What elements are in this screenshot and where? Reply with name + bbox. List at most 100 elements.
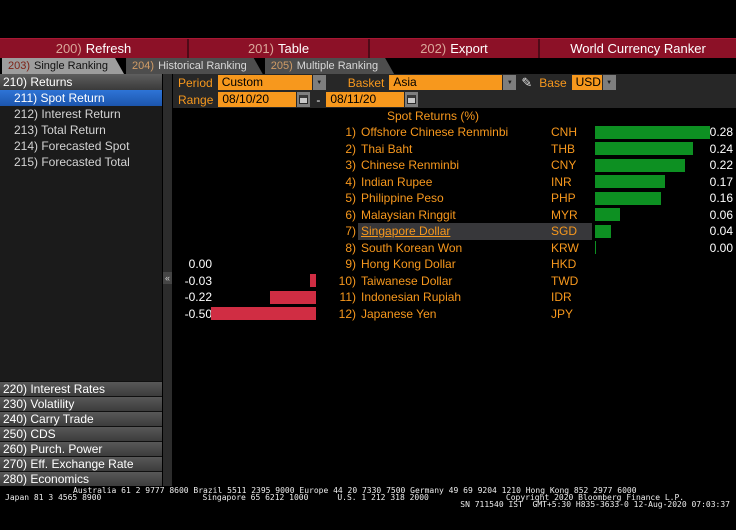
base-currency-value[interactable]: USD <box>571 75 602 90</box>
negative-bar-track <box>215 192 316 205</box>
sidebar-item-forecasted-total[interactable]: 215) Forecasted Total <box>0 154 162 170</box>
currency-code: PHP <box>551 191 576 205</box>
sidebar-item-interest-return[interactable]: 212) Interest Return <box>0 106 162 122</box>
calendar-icon[interactable] <box>405 92 419 107</box>
currency-name: Chinese Renminbi <box>361 158 460 172</box>
currency-name: Thai Baht <box>361 141 413 156</box>
currency-code: THB <box>551 141 575 156</box>
currency-code: IDR <box>551 290 572 304</box>
period-select[interactable]: Custom ▼ <box>217 75 326 90</box>
chart: 1) Offshore Chinese Renminbi CNH 0.28 2) Thai… <box>173 124 736 322</box>
positive-bar <box>595 241 596 254</box>
positive-bar <box>595 224 611 238</box>
bar-value-negative: 0.00 <box>188 257 212 272</box>
toolbar-button-table[interactable]: 201) Table <box>189 39 370 58</box>
range-separator: - <box>316 92 321 107</box>
sidebar-item-cds[interactable]: 250) CDS <box>0 426 162 441</box>
currency-name: Japanese Yen <box>361 306 437 321</box>
negative-bar-track <box>215 142 316 155</box>
row-rank: 8) <box>345 240 356 255</box>
negative-bar-track <box>215 159 316 172</box>
chart-row-HKD[interactable]: 0.00 9) Hong Kong Dollar HKD <box>173 256 736 273</box>
base-currency-select[interactable]: USD ▼ <box>571 75 616 90</box>
button-number: 201) <box>247 41 274 56</box>
chart-row-INR[interactable]: 4) Indian Rupee INR 0.17 <box>173 174 736 191</box>
tab-number: 204) <box>132 60 155 72</box>
negative-bar-track <box>215 175 316 188</box>
chart-row-IDR[interactable]: -0.22 11) Indonesian Rupiah IDR <box>173 289 736 306</box>
sidebar-item-forecasted-spot[interactable]: 214) Forecasted Spot <box>0 138 162 154</box>
chevron-down-icon[interactable]: ▼ <box>503 75 517 90</box>
tab-number: 205) <box>270 60 293 72</box>
chart-row-PHP[interactable]: 5) Philippine Peso PHP 0.16 <box>173 190 736 207</box>
control-row-range: Range 08/10/20 - 08/11/20 <box>173 91 736 108</box>
chart-row-JPY[interactable]: -0.50 12) Japanese Yen JPY <box>173 306 736 323</box>
control-row-period: Period Custom ▼ Basket Asia ▼ ✎ Base USD… <box>173 74 736 91</box>
positive-bar-track: 0.06 <box>592 207 736 224</box>
edit-basket-icon[interactable]: ✎ <box>521 75 532 91</box>
tab-single-ranking[interactable]: 203) Single Ranking <box>2 58 124 74</box>
page-title: World Currency Ranker <box>570 41 706 56</box>
command-line-area[interactable] <box>0 0 736 38</box>
chevron-down-icon[interactable]: ▼ <box>312 75 326 90</box>
terminal-screen: 200) Refresh 201) Table 202) Export World Curr… <box>0 0 736 530</box>
negative-bar-track <box>215 258 316 271</box>
range-label: Range <box>178 92 214 107</box>
basket-label: Basket <box>347 75 385 90</box>
row-rank: 10) <box>338 273 356 288</box>
chart-row-CNH[interactable]: 1) Offshore Chinese Renminbi CNH 0.28 <box>173 124 736 141</box>
row-rank: 11) <box>339 290 356 305</box>
positive-bar <box>595 125 710 139</box>
currency-name: Philippine Peso <box>361 191 444 205</box>
bar-value-negative: -0.50 <box>184 306 212 321</box>
sidebar-item-purch-power[interactable]: 260) Purch. Power <box>0 441 162 456</box>
sidebar-item-returns[interactable]: 210) Returns <box>0 74 162 90</box>
row-rank: 9) <box>345 257 356 272</box>
chart-row-TWD[interactable]: -0.03 10) Taiwanese Dollar TWD <box>173 273 736 290</box>
button-number: 200) <box>55 41 82 56</box>
sidebar-item-interest-rates[interactable]: 220) Interest Rates <box>0 381 162 396</box>
bar-value-positive: 0.16 <box>709 191 733 205</box>
negative-bar-track <box>215 208 316 221</box>
positive-bar-track: 0.24 <box>592 141 736 158</box>
negative-bar <box>211 307 316 321</box>
collapse-sidebar-icon[interactable]: « <box>163 272 172 284</box>
range-end-input[interactable]: 08/11/20 <box>326 92 405 107</box>
sidebar-item-total-return[interactable]: 213) Total Return <box>0 122 162 138</box>
basket-value[interactable]: Asia <box>389 75 503 90</box>
currency-name: South Korean Won <box>361 240 463 255</box>
bar-value-positive: 0.06 <box>709 207 733 222</box>
range-start-input[interactable]: 08/10/20 <box>218 92 297 107</box>
sidebar-item-volatility[interactable]: 230) Volatility <box>0 396 162 411</box>
positive-bar-track <box>592 306 736 323</box>
sidebar-bottom-group: 220) Interest Rates 230) Volatility 240) C… <box>0 381 162 486</box>
chart-row-MYR[interactable]: 6) Malaysian Ringgit MYR 0.06 <box>173 207 736 224</box>
bar-value-positive: 0.00 <box>709 240 733 255</box>
bar-value-negative: -0.03 <box>184 273 212 288</box>
currency-name: Indonesian Rupiah <box>361 290 462 304</box>
chart-row-SGD[interactable]: 7) Singapore Dollar SGD 0.04 <box>173 223 736 240</box>
sidebar-item-spot-return[interactable]: 211) Spot Return <box>0 90 162 106</box>
toolbar-button-refresh[interactable]: 200) Refresh <box>0 39 189 58</box>
sidebar-item-carry-trade[interactable]: 240) Carry Trade <box>0 411 162 426</box>
chart-row-THB[interactable]: 2) Thai Baht THB 0.24 <box>173 141 736 158</box>
toolbar-button-export[interactable]: 202) Export <box>370 39 540 58</box>
chevron-down-icon[interactable]: ▼ <box>602 75 616 90</box>
calendar-icon[interactable] <box>297 92 311 107</box>
row-rank: 4) <box>345 174 356 189</box>
tab-historical-ranking[interactable]: 204) Historical Ranking <box>126 58 263 74</box>
bar-value-positive: 0.17 <box>709 174 733 189</box>
currency-code: CNY <box>551 158 577 172</box>
currency-code: INR <box>551 174 572 189</box>
tab-bar: 203) Single Ranking 204) Historical Ranking… <box>0 58 736 74</box>
positive-bar <box>595 191 661 205</box>
chart-row-CNY[interactable]: 3) Chinese Renminbi CNY 0.22 <box>173 157 736 174</box>
sidebar-item-economics[interactable]: 280) Economics <box>0 471 162 486</box>
basket-select[interactable]: Asia ▼ <box>389 75 517 90</box>
sidebar-item-eff-exchange-rate[interactable]: 270) Eff. Exchange Rate <box>0 456 162 471</box>
period-value[interactable]: Custom <box>217 75 312 90</box>
period-label: Period <box>178 75 213 90</box>
tab-multiple-ranking[interactable]: 205) Multiple Ranking <box>265 58 394 74</box>
chart-title: Spot Returns (%) <box>386 109 480 123</box>
chart-row-KRW[interactable]: 8) South Korean Won KRW 0.00 <box>173 240 736 257</box>
